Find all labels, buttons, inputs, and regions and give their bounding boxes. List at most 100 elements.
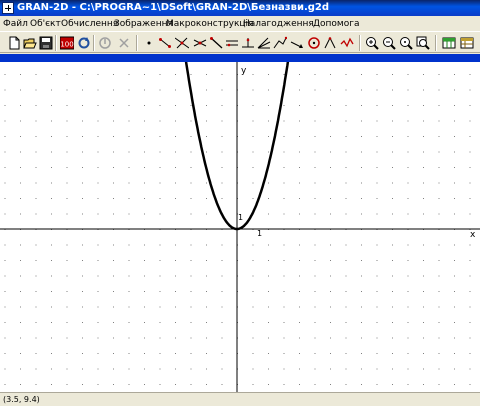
grid-dot bbox=[283, 244, 285, 246]
grid-dot bbox=[392, 322, 393, 323]
menu-view[interactable]: Зображення bbox=[114, 17, 173, 31]
grid-dot bbox=[20, 260, 21, 261]
menu-help[interactable]: Допомога bbox=[313, 17, 359, 31]
grid-dot bbox=[113, 275, 114, 277]
grid-dot bbox=[454, 291, 455, 292]
grid-dot bbox=[392, 151, 393, 153]
ray-icon[interactable] bbox=[209, 35, 223, 49]
grid-dot bbox=[283, 120, 285, 122]
grid-dot bbox=[283, 384, 285, 385]
vector-icon[interactable] bbox=[290, 35, 304, 49]
grid-dot bbox=[330, 120, 331, 122]
grid-dot bbox=[190, 275, 192, 277]
table-settings-icon[interactable] bbox=[460, 35, 474, 49]
grid-dot bbox=[66, 306, 68, 308]
grid-dot bbox=[361, 275, 362, 277]
grid-dot bbox=[35, 353, 37, 354]
grid-dot bbox=[159, 244, 161, 246]
open-folder-icon[interactable] bbox=[23, 35, 37, 49]
grid-dot bbox=[423, 198, 424, 199]
grid-dot bbox=[113, 120, 114, 122]
zoom-out-icon[interactable] bbox=[382, 35, 396, 50]
grid-dot bbox=[376, 368, 378, 370]
graph-svg[interactable]: y x 1 1 bbox=[0, 62, 480, 392]
grid-dot bbox=[423, 291, 424, 292]
grid-dot bbox=[392, 384, 393, 385]
grid-dot bbox=[190, 198, 192, 199]
save-disk-icon[interactable] bbox=[39, 35, 53, 50]
grid-dot bbox=[97, 368, 99, 370]
grid-dot bbox=[97, 74, 99, 75]
grid-dot bbox=[159, 120, 161, 122]
grid-dot bbox=[438, 151, 440, 153]
grid-dot bbox=[252, 291, 254, 292]
point-icon[interactable] bbox=[142, 35, 156, 49]
grid-dot bbox=[252, 105, 254, 106]
menu-macro[interactable]: Макроконструкція bbox=[166, 17, 253, 31]
grid-dot bbox=[51, 260, 52, 261]
grid-dot bbox=[82, 244, 83, 246]
grid-dot bbox=[51, 151, 52, 153]
grid-dot bbox=[438, 322, 440, 323]
grid-dot bbox=[252, 337, 254, 339]
app-icon[interactable] bbox=[2, 2, 14, 14]
grid-dot bbox=[454, 260, 455, 261]
grid-dot bbox=[4, 306, 6, 308]
grid-dot bbox=[299, 120, 300, 122]
grid-dot bbox=[469, 89, 471, 91]
grid-dot bbox=[144, 306, 145, 308]
parallel-lines-icon[interactable] bbox=[225, 35, 239, 49]
grid-dot bbox=[268, 368, 269, 370]
grid-dot bbox=[66, 353, 68, 354]
line-points-icon[interactable] bbox=[174, 35, 190, 49]
menu-object[interactable]: Об'єкт bbox=[30, 17, 61, 31]
grid-dot bbox=[35, 322, 37, 323]
grid-dot bbox=[4, 353, 6, 354]
menu-settings[interactable]: Налагодження bbox=[243, 17, 314, 31]
grid-dot bbox=[128, 213, 130, 215]
grid-dot bbox=[330, 275, 331, 277]
grid-dot bbox=[438, 167, 440, 168]
grid-dot bbox=[330, 322, 331, 323]
grid-dot bbox=[159, 260, 161, 261]
intersection-icon[interactable] bbox=[193, 35, 207, 49]
zoom-reset-icon[interactable] bbox=[399, 35, 413, 50]
grid-dot bbox=[469, 198, 471, 199]
broken-line-icon[interactable] bbox=[340, 35, 354, 49]
grid-dot bbox=[268, 275, 269, 277]
perpendicular-icon[interactable] bbox=[241, 35, 255, 49]
grid-dot bbox=[206, 368, 207, 370]
zoom-in-icon[interactable] bbox=[365, 35, 379, 50]
grid-dot bbox=[392, 291, 393, 292]
menu-file[interactable]: Файл bbox=[3, 17, 28, 31]
grid-dot bbox=[221, 120, 223, 122]
grid-dot bbox=[35, 244, 37, 246]
grid-dot bbox=[4, 182, 6, 184]
segment-points-icon[interactable] bbox=[158, 35, 172, 49]
grid-dot bbox=[128, 322, 130, 323]
x-unit-label: 1 bbox=[257, 229, 262, 238]
triangle-icon[interactable] bbox=[323, 35, 337, 49]
grid-dot bbox=[97, 260, 99, 261]
new-file-icon[interactable] bbox=[7, 35, 21, 50]
polyline-icon[interactable] bbox=[273, 35, 288, 49]
circle-icon[interactable] bbox=[307, 35, 321, 49]
grid-dot bbox=[221, 74, 223, 75]
drawing-canvas[interactable]: y x 1 1 bbox=[0, 62, 480, 392]
table-icon[interactable] bbox=[442, 35, 456, 49]
numeric-100-icon[interactable]: 100 bbox=[59, 35, 75, 50]
zoom-window-icon[interactable] bbox=[416, 35, 430, 50]
grid-dot bbox=[97, 291, 99, 292]
grid-dot bbox=[175, 368, 176, 370]
grid-dot bbox=[454, 322, 455, 323]
grid-dot bbox=[221, 136, 223, 137]
angle-bisector-icon[interactable] bbox=[257, 35, 271, 49]
grid-dot bbox=[299, 213, 300, 215]
grid-dot bbox=[66, 167, 68, 168]
refresh-icon[interactable] bbox=[77, 35, 91, 49]
grid-dot bbox=[97, 275, 99, 277]
menu-calculation[interactable]: Обчислення bbox=[61, 17, 118, 31]
grid-dot bbox=[407, 198, 409, 199]
grid-dot bbox=[314, 384, 316, 385]
title-bar[interactable]: GRAN-2D - C:\PROGRA~1\DSoft\GRAN-2D\Безн… bbox=[0, 0, 480, 16]
